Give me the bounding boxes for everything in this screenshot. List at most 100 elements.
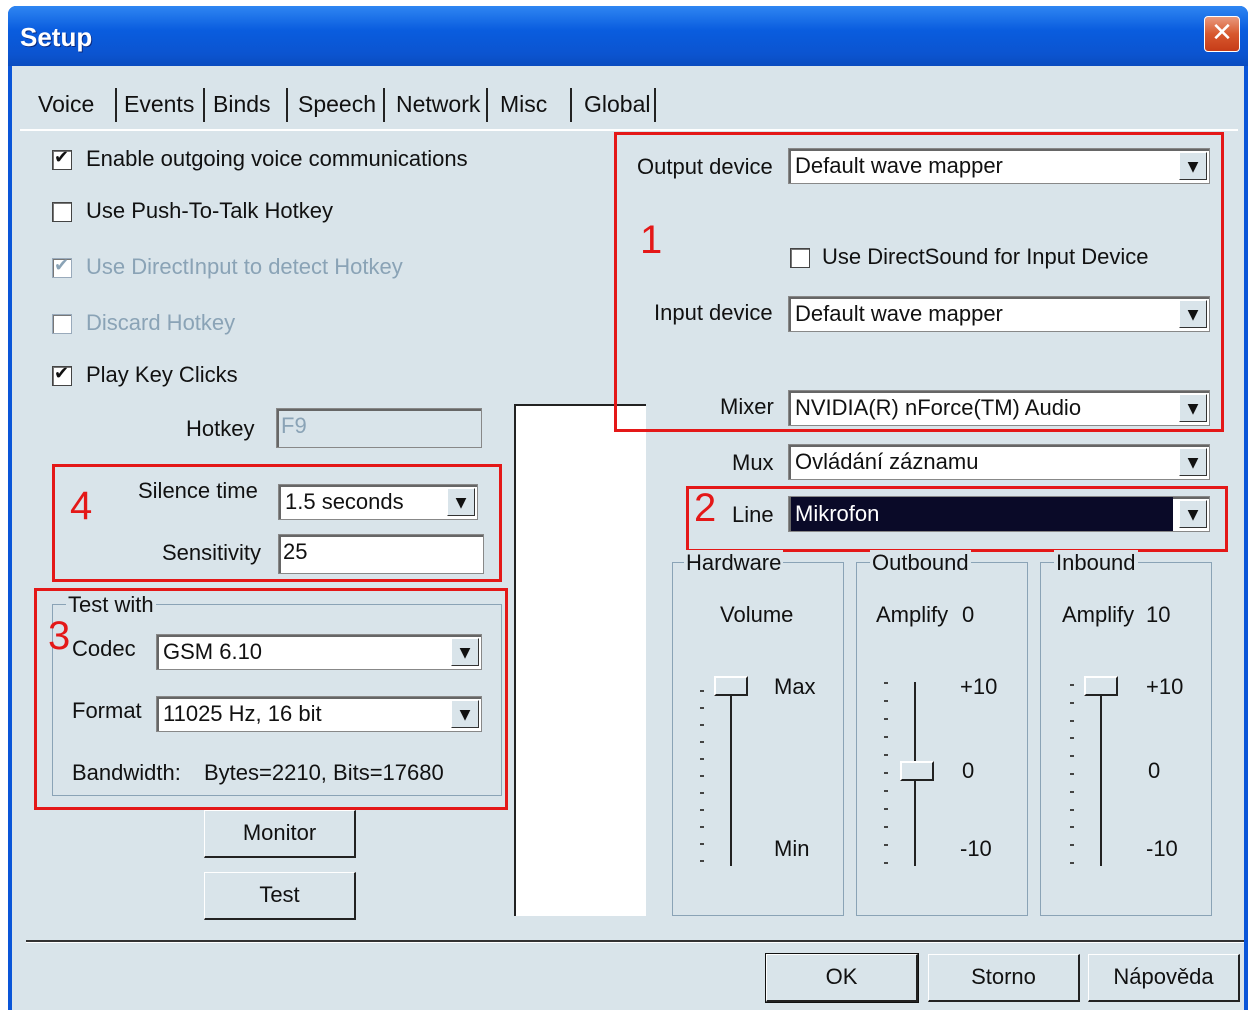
codec-value: GSM 6.10 [163,639,263,664]
outbound-slider-thumb[interactable] [900,761,934,781]
output-device-label: Output device [637,154,773,179]
level-meter-panel [514,404,646,916]
sensitivity-field[interactable]: 25 [278,534,484,574]
push-to-talk-label: Use Push-To-Talk Hotkey [86,198,333,223]
slider-tick [700,843,704,845]
tab-network[interactable]: Network [396,82,480,126]
output-device-value: Default wave mapper [795,153,1003,178]
outbound-bottom-label: -10 [960,836,992,861]
dropdown-arrow-icon[interactable]: ▼ [451,700,479,728]
title-bar[interactable]: Setup ✕ [8,6,1248,66]
annotation-number-1: 1 [640,218,663,262]
tab-speech[interactable]: Speech [298,82,376,126]
annotation-number-4: 4 [70,484,93,528]
close-icon[interactable]: ✕ [1204,16,1240,52]
dialog-client: Voice Events Binds Speech Network Misc G… [12,66,1244,1010]
dropdown-arrow-icon[interactable]: ▼ [451,638,479,666]
directsound-label: Use DirectSound for Input Device [822,244,1149,269]
slider-tick [1070,737,1074,739]
dropdown-arrow-icon[interactable]: ▼ [1179,152,1207,180]
mixer-label: Mixer [720,394,774,419]
slider-tick [700,792,704,794]
play-key-clicks-checkbox[interactable] [52,363,72,386]
outbound-ticks [884,682,888,864]
slider-tick [884,754,888,756]
dropdown-arrow-icon[interactable]: ▼ [447,488,475,516]
tab-voice[interactable]: Voice [38,82,94,126]
slider-tick [700,724,704,726]
test-button[interactable]: Test [204,872,356,920]
window-title: Setup [20,22,93,52]
bottom-separator [26,940,1244,943]
slider-tick [884,736,888,738]
hotkey-label: Hotkey [186,416,255,441]
mux-label: Mux [732,450,774,475]
push-to-talk-checkbox[interactable] [52,202,72,222]
slider-tick [700,860,704,862]
volume-max-label: Max [774,674,816,699]
silence-time-label: Silence time [138,478,258,503]
mixer-select[interactable]: NVIDIA(R) nForce(TM) Audio ▼ [788,390,1210,426]
help-button[interactable]: Nápověda [1088,954,1240,1002]
direct-input-checkbox [52,255,72,278]
slider-tick [884,772,888,774]
tab-binds[interactable]: Binds [213,82,271,126]
inbound-mid-label: 0 [1148,758,1161,783]
input-device-select[interactable]: Default wave mapper ▼ [788,296,1210,332]
mux-value: Ovládání záznamu [795,449,979,474]
output-device-select[interactable]: Default wave mapper ▼ [788,148,1210,184]
slider-tick [1070,826,1074,828]
slider-tick [884,808,888,810]
slider-tick [700,758,704,760]
tab-separator [654,88,656,122]
bandwidth-label: Bandwidth: [72,760,181,785]
slider-tick [1070,791,1074,793]
slider-tick [700,826,704,828]
tab-separator [486,88,488,122]
slider-tick [1070,773,1074,775]
hotkey-field: F9 [276,408,482,448]
silence-time-select[interactable]: 1.5 seconds ▼ [278,484,478,520]
enable-outgoing-checkbox[interactable] [52,147,72,170]
inbound-amplify-value: 10 [1146,602,1171,627]
discard-hotkey-label: Discard Hotkey [86,310,236,335]
hardware-group-label: Hardware [684,550,784,576]
inbound-amplify-label: Amplify [1062,602,1135,627]
codec-select[interactable]: GSM 6.10 ▼ [156,634,482,670]
volume-label: Volume [720,602,794,627]
cancel-button[interactable]: Storno [928,954,1080,1002]
inbound-bottom-label: -10 [1146,836,1178,861]
format-label: Format [72,698,142,723]
outbound-group-label: Outbound [870,550,971,576]
slider-tick [1070,844,1074,846]
line-select[interactable]: Mikrofon ▼ [788,496,1210,532]
tab-separator [203,88,205,122]
volume-track [730,686,732,866]
dropdown-arrow-icon[interactable]: ▼ [1179,394,1207,422]
slider-tick [884,682,888,684]
dropdown-arrow-icon[interactable]: ▼ [1179,300,1207,328]
outbound-amplify-label: Amplify [876,602,949,627]
directsound-checkbox[interactable] [790,248,810,268]
dropdown-arrow-icon[interactable]: ▼ [1179,500,1207,528]
annotation-number-3: 3 [48,614,71,658]
tab-misc[interactable]: Misc [500,82,547,126]
slider-tick [1070,684,1074,686]
monitor-button[interactable]: Monitor [204,810,356,858]
ok-button[interactable]: OK [765,953,919,1003]
slider-tick [1070,720,1074,722]
tab-events[interactable]: Events [124,82,194,126]
inbound-slider-thumb[interactable] [1084,676,1118,696]
slider-tick [1070,702,1074,704]
annotation-number-2: 2 [694,486,717,530]
enable-outgoing-label: Enable outgoing voice communications [86,146,468,171]
slider-tick [884,700,888,702]
format-select[interactable]: 11025 Hz, 16 bit ▼ [156,696,482,732]
slider-tick [884,790,888,792]
dropdown-arrow-icon[interactable]: ▼ [1179,448,1207,476]
outbound-mid-label: 0 [962,758,975,783]
mux-select[interactable]: Ovládání záznamu ▼ [788,444,1210,480]
volume-slider-thumb[interactable] [714,676,748,696]
tab-global[interactable]: Global [584,82,650,126]
codec-label: Codec [72,636,136,661]
